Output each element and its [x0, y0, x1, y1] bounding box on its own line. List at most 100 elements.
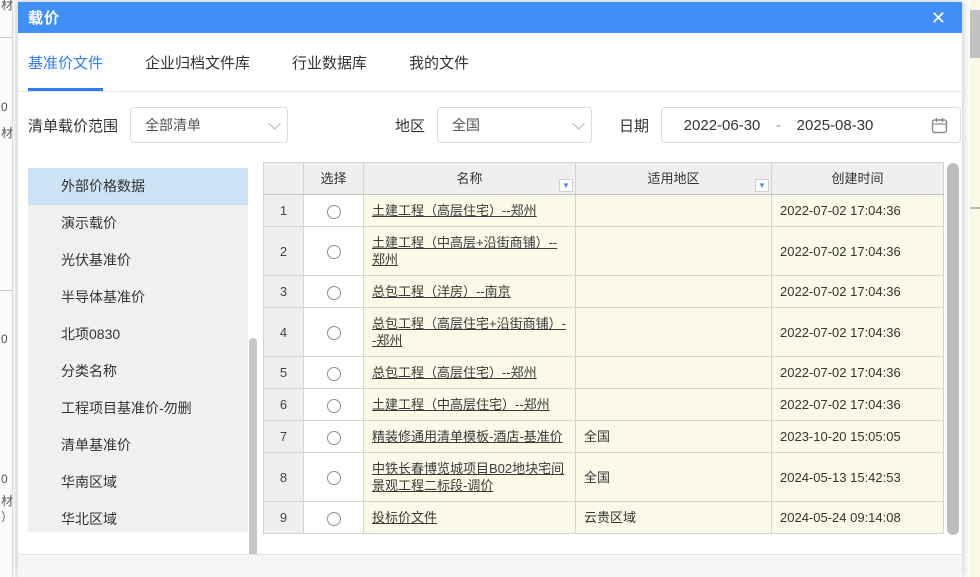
- col-header-region: 适用地区 ▼: [576, 163, 772, 195]
- background-app-left-strip: 材0材00材）: [0, 0, 18, 577]
- table-row: 1 土建工程（高层住宅）--郑州 2022-07-02 17:04:36: [264, 195, 944, 227]
- col-header-name: 名称 ▼: [364, 163, 576, 195]
- sidebar-item[interactable]: 工程项目基准价-勿删: [28, 390, 248, 427]
- sidebar-item[interactable]: 华南区域: [28, 464, 248, 501]
- background-app-right-strip: [970, 0, 980, 577]
- sidebar-item[interactable]: 清单基准价: [28, 427, 248, 464]
- tab-label: 行业数据库: [292, 52, 367, 73]
- row-name-cell: 总包工程（高层住宅）--郑州: [364, 357, 576, 389]
- table-row: 4 总包工程（高层住宅+沿街商铺）--郑州 2022-07-02 17:04:3…: [264, 308, 944, 357]
- row-region-cell: 全国: [576, 453, 772, 502]
- file-name-link[interactable]: 中铁长春博览城项目B02地块宅间景观工程二标段-调价: [372, 461, 564, 493]
- region-select[interactable]: 全国: [437, 107, 592, 143]
- sidebar-item[interactable]: 分类名称: [28, 353, 248, 390]
- background-text-fragment: 材: [1, 492, 17, 509]
- row-select-cell: [304, 389, 364, 421]
- background-text-fragment: 材: [1, 124, 17, 141]
- tab-3[interactable]: 我的文件: [409, 33, 469, 91]
- date-start-input[interactable]: [674, 117, 770, 134]
- file-name-link[interactable]: 总包工程（洋房）--南京: [372, 284, 511, 299]
- row-index: 7: [264, 421, 304, 453]
- close-icon[interactable]: ✕: [927, 7, 950, 29]
- radio-button[interactable]: [327, 471, 341, 485]
- dialog-title: 载价: [28, 7, 60, 28]
- file-name-link[interactable]: 土建工程（中高层+沿街商铺）--郑州: [372, 235, 557, 267]
- radio-button[interactable]: [327, 286, 341, 300]
- scope-select[interactable]: 全部清单: [130, 107, 288, 143]
- sidebar-item[interactable]: 外部价格数据: [28, 168, 248, 205]
- date-range-picker[interactable]: -: [661, 107, 961, 143]
- row-region-cell: [576, 357, 772, 389]
- col-header-created: 创建时间: [772, 163, 944, 195]
- row-created-cell: 2022-07-02 17:04:36: [772, 227, 944, 276]
- row-created-cell: 2024-05-24 09:14:08: [772, 502, 944, 534]
- sidebar-item[interactable]: 半导体基准价: [28, 279, 248, 316]
- dialog-titlebar: 载价 ✕: [18, 2, 962, 33]
- col-header-region-label: 适用地区: [647, 171, 699, 186]
- row-name-cell: 土建工程（中高层住宅）--郑州: [364, 389, 576, 421]
- date-end-input[interactable]: [787, 117, 883, 134]
- row-region-cell: [576, 276, 772, 308]
- background-scrollbar-fragment: [970, 10, 980, 58]
- tab-2[interactable]: 行业数据库: [292, 33, 367, 91]
- row-created-cell: 2022-07-02 17:04:36: [772, 308, 944, 357]
- file-name-link[interactable]: 总包工程（高层住宅）--郑州: [372, 365, 537, 380]
- table-scrollbar-thumb[interactable]: [947, 163, 959, 535]
- col-header-select: 选择: [304, 163, 364, 195]
- col-header-name-label: 名称: [456, 171, 482, 186]
- radio-button[interactable]: [327, 399, 341, 413]
- calendar-icon[interactable]: [931, 117, 948, 134]
- name-filter-icon[interactable]: ▼: [559, 179, 573, 192]
- row-region-cell: [576, 308, 772, 357]
- radio-button[interactable]: [327, 367, 341, 381]
- background-gridline: [0, 290, 12, 291]
- row-select-cell: [304, 421, 364, 453]
- row-index: 6: [264, 389, 304, 421]
- row-index: 3: [264, 276, 304, 308]
- sidebar-item[interactable]: 北项0830: [28, 316, 248, 353]
- chevron-down-icon: [572, 117, 585, 130]
- row-index: 8: [264, 453, 304, 502]
- load-price-dialog: 载价 ✕ 基准价文件 企业归档文件库 行业数据库 我的文件 清单载价范围 全部清…: [18, 2, 962, 577]
- radio-button[interactable]: [327, 512, 341, 526]
- row-name-cell: 投标价文件: [364, 502, 576, 534]
- tab-0[interactable]: 基准价文件: [28, 33, 103, 91]
- tab-1[interactable]: 企业归档文件库: [145, 33, 250, 91]
- row-region-cell: 全国: [576, 421, 772, 453]
- sidebar-item[interactable]: 光伏基准价: [28, 242, 248, 279]
- row-created-cell: 2022-07-02 17:04:36: [772, 276, 944, 308]
- radio-button[interactable]: [327, 245, 341, 259]
- table-scrollbar[interactable]: [947, 163, 959, 535]
- file-name-link[interactable]: 土建工程（高层住宅）--郑州: [372, 203, 537, 218]
- radio-button[interactable]: [327, 326, 341, 340]
- row-created-cell: 2022-07-02 17:04:36: [772, 389, 944, 421]
- table-row: 6 土建工程（中高层住宅）--郑州 2022-07-02 17:04:36: [264, 389, 944, 421]
- file-name-link[interactable]: 总包工程（高层住宅+沿街商铺）--郑州: [372, 316, 566, 348]
- row-select-cell: [304, 195, 364, 227]
- date-range-separator: -: [770, 117, 787, 134]
- tab-bar: 基准价文件 企业归档文件库 行业数据库 我的文件: [18, 33, 962, 92]
- sidebar-item[interactable]: 华北区域: [28, 501, 248, 532]
- file-name-link[interactable]: 精装修通用清单模板-酒店-基准价: [372, 429, 563, 444]
- radio-button[interactable]: [327, 431, 341, 445]
- region-label: 地区: [395, 115, 425, 136]
- sidebar-item[interactable]: 演示载价: [28, 205, 248, 242]
- background-gridline: [0, 37, 12, 38]
- file-name-link[interactable]: 投标价文件: [372, 510, 437, 525]
- table-row: 8 中铁长春博览城项目B02地块宅间景观工程二标段-调价 全国 2024-05-…: [264, 453, 944, 502]
- table-row: 9 投标价文件 云贵区域 2024-05-24 09:14:08: [264, 502, 944, 534]
- sidebar-scrollbar-thumb[interactable]: [249, 338, 257, 577]
- chevron-down-icon: [268, 117, 281, 130]
- dialog-footer: [18, 554, 962, 577]
- row-select-cell: [304, 502, 364, 534]
- row-region-cell: [576, 195, 772, 227]
- radio-button[interactable]: [327, 205, 341, 219]
- table-row: 5 总包工程（高层住宅）--郑州 2022-07-02 17:04:36: [264, 357, 944, 389]
- row-select-cell: [304, 357, 364, 389]
- region-filter-icon[interactable]: ▼: [755, 179, 769, 192]
- file-name-link[interactable]: 土建工程（中高层住宅）--郑州: [372, 397, 550, 412]
- row-index: 4: [264, 308, 304, 357]
- row-select-cell: [304, 276, 364, 308]
- col-header-index: [264, 163, 304, 195]
- row-created-cell: 2024-05-13 15:42:53: [772, 453, 944, 502]
